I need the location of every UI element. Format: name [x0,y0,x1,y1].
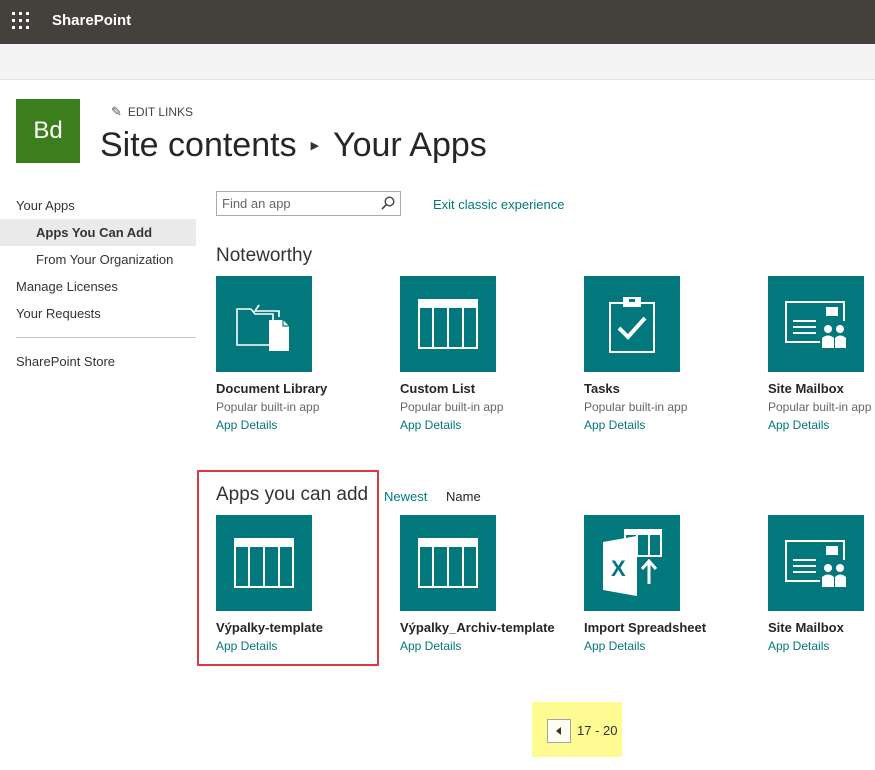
pager-range: 17 - 20 [577,723,618,738]
app-tile-icon-button[interactable] [400,276,496,372]
waffle-icon[interactable] [12,12,30,30]
highlight-box [197,470,379,666]
app-name[interactable]: SharePoint [52,12,131,29]
import-spreadsheet-icon: X [603,529,662,596]
sort-newest-link[interactable]: Newest [384,489,427,504]
app-details-link[interactable]: App Details [768,418,875,432]
app-name[interactable]: Tasks [584,381,759,396]
suite-bar: SharePoint [0,0,875,44]
tasks-icon [609,297,655,353]
app-search-box [216,191,401,216]
nav-item-your-requests[interactable]: Your Requests [0,300,196,327]
custom-list-icon [418,299,478,349]
site-mailbox-icon [785,540,848,588]
previous-page-button[interactable] [547,719,571,743]
left-nav: Your Apps Apps You Can Add From Your Org… [0,192,196,375]
app-tile-icon-button[interactable] [400,515,496,611]
app-name[interactable]: Site Mailbox [768,381,875,396]
breadcrumb-current: Your Apps [333,126,487,164]
app-details-link[interactable]: App Details [584,418,759,432]
breadcrumb-parent[interactable]: Site contents [100,126,297,165]
app-tile-site-mailbox: Site Mailbox App Details [768,515,875,653]
pencil-icon: ✎ [111,104,122,119]
app-details-link[interactable]: App Details [400,418,575,432]
pager: 17 - 20 [532,702,622,757]
search-input[interactable] [217,192,372,215]
custom-list-icon [418,538,478,588]
edit-links-button[interactable]: ✎ EDIT LINKS [111,104,193,120]
nav-item-your-apps[interactable]: Your Apps [0,192,196,219]
app-details-link[interactable]: App Details [584,639,759,653]
app-name[interactable]: Custom List [400,381,575,396]
exit-classic-link[interactable]: Exit classic experience [433,197,565,212]
app-tile-icon-button[interactable] [216,276,312,372]
document-library-icon [236,304,289,351]
breadcrumb-arrow-icon: ▶ [310,140,320,152]
app-details-link[interactable]: App Details [216,418,391,432]
nav-item-manage-licenses[interactable]: Manage Licenses [0,273,196,300]
app-tile-icon-button[interactable]: X [584,515,680,611]
app-tile-icon-button[interactable] [768,276,864,372]
edit-links-label: EDIT LINKS [127,105,194,119]
nav-divider [16,337,196,338]
app-tile-vypalky-archiv-template: Výpalky_Archiv-template App Details [400,515,575,653]
site-mailbox-icon [785,301,848,349]
app-name[interactable]: Import Spreadsheet [584,620,759,635]
nav-item-from-your-organization[interactable]: From Your Organization [0,246,196,273]
app-tile-icon-button[interactable] [584,276,680,372]
app-tile-icon-button[interactable] [768,515,864,611]
app-description: Popular built-in app [400,400,504,414]
page-title: Site contents ▶ Your Apps [100,126,487,165]
search-icon[interactable] [380,195,396,211]
app-description: Popular built-in app [216,400,320,414]
sort-name-link[interactable]: Name [446,489,481,504]
app-name[interactable]: Site Mailbox [768,620,875,635]
app-tile-site-mailbox: Site Mailbox Popular built-in app App De… [768,276,875,432]
app-name[interactable]: Document Library [216,381,391,396]
nav-item-sharepoint-store[interactable]: SharePoint Store [0,348,196,375]
noteworthy-heading: Noteworthy [216,245,313,266]
app-tile-import-spreadsheet: X Import Spreadsheet App Details [584,515,759,653]
chevron-left-icon [556,727,561,735]
site-logo[interactable]: Bd [16,99,80,163]
ribbon [0,44,875,80]
nav-item-apps-you-can-add[interactable]: Apps You Can Add [0,219,196,246]
app-description: Popular built-in app [768,400,872,414]
app-description: Popular built-in app [584,400,688,414]
app-tile-tasks: Tasks Popular built-in app App Details [584,276,759,432]
app-details-link[interactable]: App Details [400,639,575,653]
app-details-link[interactable]: App Details [768,639,875,653]
app-tile-document-library: Document Library Popular built-in app Ap… [216,276,391,432]
app-name[interactable]: Výpalky_Archiv-template [400,620,575,635]
app-tile-custom-list: Custom List Popular built-in app App Det… [400,276,575,432]
svg-text:X: X [611,556,626,581]
